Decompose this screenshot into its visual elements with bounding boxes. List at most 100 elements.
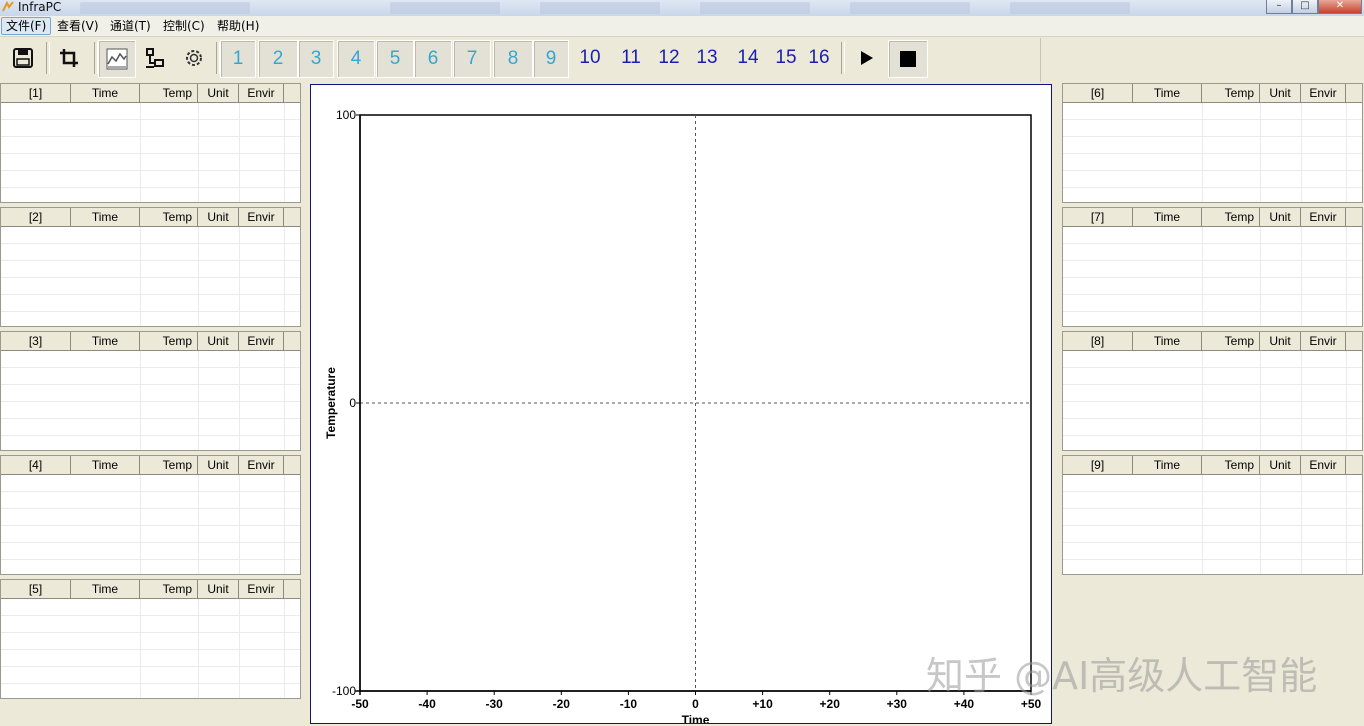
- menu-control[interactable]: 控制(C): [159, 18, 209, 34]
- panel-header: [2] Time Temp Unit Envir: [1, 208, 300, 227]
- grid-column-line: [1202, 475, 1203, 574]
- column-header-time[interactable]: Time: [1133, 208, 1202, 226]
- channel-panel[interactable]: [4] Time Temp Unit Envir: [0, 455, 301, 575]
- start-button[interactable]: [847, 40, 885, 76]
- channel-1-button[interactable]: 1: [220, 40, 256, 78]
- save-button[interactable]: [4, 40, 42, 76]
- column-header-time[interactable]: Time: [1133, 84, 1202, 102]
- channel-panel[interactable]: [6] Time Temp Unit Envir: [1062, 83, 1363, 203]
- channel-15-button[interactable]: 15: [768, 40, 804, 76]
- column-header-time[interactable]: Time: [71, 456, 140, 474]
- gear-icon: [186, 50, 202, 66]
- column-header-temp[interactable]: Temp: [1202, 84, 1260, 102]
- grid-column-line: [1346, 351, 1347, 450]
- temperature-chart[interactable]: -50 -40 -30 -20 -10 0 +10 +20 +30 +40 +50 100 0 -100 T…: [310, 84, 1052, 726]
- column-header-time[interactable]: Time: [71, 208, 140, 226]
- column-header-unit[interactable]: Unit: [1260, 456, 1301, 474]
- grid-column-line: [284, 599, 285, 698]
- channel-5-button[interactable]: 5: [376, 40, 414, 78]
- channel-panel[interactable]: [9] Time Temp Unit Envir: [1062, 455, 1363, 575]
- channel-4-button[interactable]: 4: [337, 40, 375, 78]
- channel-8-button[interactable]: 8: [493, 40, 533, 78]
- settings-button[interactable]: [176, 40, 212, 76]
- channel-11-button[interactable]: 11: [613, 40, 649, 76]
- column-header-unit[interactable]: Unit: [198, 84, 239, 102]
- play-icon: [861, 51, 873, 65]
- x-axis-label: Time: [682, 713, 710, 723]
- panel-header: [8] Time Temp Unit Envir: [1063, 332, 1362, 351]
- grid-column-line: [1260, 103, 1261, 202]
- column-header-envir[interactable]: Envir: [1301, 84, 1346, 102]
- chart-icon: [106, 48, 128, 70]
- column-header-unit[interactable]: Unit: [198, 332, 239, 350]
- toolbar-separator: [841, 42, 845, 74]
- column-header-unit[interactable]: Unit: [1260, 208, 1301, 226]
- channel-panel[interactable]: [7] Time Temp Unit Envir: [1062, 207, 1363, 327]
- channel-panel[interactable]: [8] Time Temp Unit Envir: [1062, 331, 1363, 451]
- menu-file[interactable]: 文件(F): [1, 17, 52, 35]
- column-header-envir[interactable]: Envir: [239, 84, 284, 102]
- column-header-temp[interactable]: Temp: [1202, 456, 1260, 474]
- background-window-ghost: [850, 2, 970, 14]
- channel-panel[interactable]: [2] Time Temp Unit Envir: [0, 207, 301, 327]
- column-header-unit[interactable]: Unit: [1260, 84, 1301, 102]
- column-header-unit[interactable]: Unit: [198, 456, 239, 474]
- x-tick-label: -10: [620, 697, 638, 711]
- column-header-temp[interactable]: Temp: [140, 208, 198, 226]
- network-icon: [146, 48, 164, 68]
- column-header-envir[interactable]: Envir: [239, 208, 284, 226]
- channel-14-button[interactable]: 14: [730, 40, 766, 76]
- channel-panel[interactable]: [5] Time Temp Unit Envir: [0, 579, 301, 699]
- column-header-temp[interactable]: Temp: [1202, 332, 1260, 350]
- channel-3-button[interactable]: 3: [298, 40, 334, 78]
- channel-panel[interactable]: [3] Time Temp Unit Envir: [0, 331, 301, 451]
- channel-12-button[interactable]: 12: [651, 40, 687, 76]
- network-button[interactable]: [137, 40, 173, 76]
- channel-6-button[interactable]: 6: [414, 40, 452, 78]
- column-header-unit[interactable]: Unit: [198, 580, 239, 598]
- channel-13-button[interactable]: 13: [689, 40, 725, 76]
- stop-button[interactable]: [888, 40, 928, 78]
- menu-help[interactable]: 帮助(H): [213, 18, 263, 34]
- window-title: InfraPC: [18, 0, 62, 14]
- crop-button[interactable]: [50, 40, 88, 76]
- channel-7-button[interactable]: 7: [453, 40, 491, 78]
- column-header-unit[interactable]: Unit: [1260, 332, 1301, 350]
- column-header-time[interactable]: Time: [71, 84, 140, 102]
- x-tick-label: -40: [418, 697, 436, 711]
- menu-channel[interactable]: 通道(T): [106, 18, 155, 34]
- column-header-time[interactable]: Time: [71, 332, 140, 350]
- menu-view[interactable]: 查看(V): [53, 18, 103, 34]
- panel-header: [5] Time Temp Unit Envir: [1, 580, 300, 599]
- background-window-ghost: [540, 2, 660, 14]
- column-header-unit[interactable]: Unit: [198, 208, 239, 226]
- column-header-time[interactable]: Time: [1133, 456, 1202, 474]
- column-header-envir[interactable]: Envir: [1301, 208, 1346, 226]
- column-header-envir[interactable]: Envir: [239, 332, 284, 350]
- column-header-temp[interactable]: Temp: [140, 84, 198, 102]
- grid-column-line: [198, 475, 199, 574]
- column-header-envir[interactable]: Envir: [1301, 332, 1346, 350]
- column-header-time[interactable]: Time: [1133, 332, 1202, 350]
- column-header-envir[interactable]: Envir: [239, 580, 284, 598]
- channel-9-button[interactable]: 9: [533, 40, 569, 78]
- chart-view-button[interactable]: [98, 40, 136, 78]
- save-icon: [13, 48, 33, 68]
- column-header-temp[interactable]: Temp: [140, 580, 198, 598]
- column-header-envir[interactable]: Envir: [1301, 456, 1346, 474]
- y-axis-label: Temperature: [324, 367, 338, 439]
- channel-2-button[interactable]: 2: [258, 40, 298, 78]
- minimize-icon[interactable]: –: [1266, 0, 1292, 14]
- column-header-temp[interactable]: Temp: [1202, 208, 1260, 226]
- column-header-time[interactable]: Time: [71, 580, 140, 598]
- channel-10-button[interactable]: 10: [572, 40, 608, 76]
- channel-panel[interactable]: [1] Time Temp Unit Envir: [0, 83, 301, 203]
- column-header-temp[interactable]: Temp: [140, 332, 198, 350]
- menu-bar: 文件(F) 查看(V) 通道(T) 控制(C) 帮助(H): [0, 16, 1364, 37]
- maximize-icon[interactable]: □: [1292, 0, 1318, 14]
- column-header-envir[interactable]: Envir: [239, 456, 284, 474]
- channel-16-button[interactable]: 16: [801, 40, 837, 76]
- column-header-temp[interactable]: Temp: [140, 456, 198, 474]
- close-icon[interactable]: ✕: [1318, 0, 1362, 14]
- x-tick-label: 0: [692, 697, 699, 711]
